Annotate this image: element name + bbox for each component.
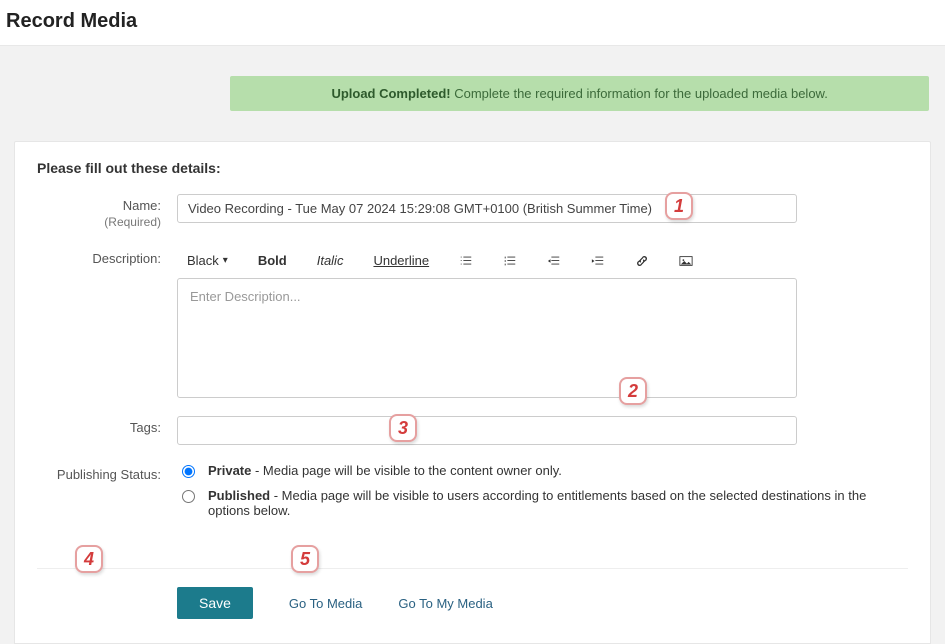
banner-strong: Upload Completed! bbox=[331, 86, 450, 101]
label-description: Description: bbox=[37, 247, 177, 266]
row-name: Name: (Required) 1 bbox=[37, 194, 908, 229]
page-body: Upload Completed! Complete the required … bbox=[0, 46, 945, 644]
save-button[interactable]: Save bbox=[177, 587, 253, 619]
rte-color-picker[interactable]: Black ▾ bbox=[187, 253, 228, 268]
page-header: Record Media bbox=[0, 0, 945, 46]
field-name bbox=[177, 194, 908, 223]
label-publishing: Publishing Status: bbox=[37, 463, 177, 482]
label-name-sub: (Required) bbox=[37, 215, 161, 229]
page-title: Record Media bbox=[6, 10, 939, 33]
rte-toolbar: Black ▾ Bold Italic Underline bbox=[177, 247, 797, 278]
field-publishing: Private - Media page will be visible to … bbox=[177, 463, 908, 528]
row-tags: Tags: 3 bbox=[37, 416, 908, 445]
publishing-option-published: Published - Media page will be visible t… bbox=[177, 488, 908, 518]
radio-published-name: Published bbox=[208, 488, 270, 503]
rte-ordered-list-icon[interactable] bbox=[503, 254, 517, 268]
label-name-text: Name: bbox=[123, 198, 161, 213]
rte-color-label: Black bbox=[187, 253, 219, 268]
row-publishing: Publishing Status: Private - Media page … bbox=[37, 463, 908, 528]
radio-private-name: Private bbox=[208, 463, 251, 478]
radio-private[interactable] bbox=[182, 465, 195, 478]
radio-published[interactable] bbox=[182, 490, 195, 503]
rte-unordered-list-icon[interactable] bbox=[459, 254, 473, 268]
radio-published-desc: - Media page will be visible to users ac… bbox=[208, 488, 866, 518]
details-panel: Please fill out these details: Name: (Re… bbox=[14, 141, 931, 644]
rte-indent-icon[interactable] bbox=[591, 254, 605, 268]
panel-title: Please fill out these details: bbox=[37, 160, 908, 176]
row-description: Description: Black ▾ Bold Italic Underli… bbox=[37, 247, 908, 398]
field-tags bbox=[177, 416, 908, 445]
upload-complete-banner: Upload Completed! Complete the required … bbox=[230, 76, 929, 111]
go-to-media-link[interactable]: Go To Media bbox=[289, 596, 362, 611]
publishing-option-private: Private - Media page will be visible to … bbox=[177, 463, 908, 478]
rte-outdent-icon[interactable] bbox=[547, 254, 561, 268]
rte-link-icon[interactable] bbox=[635, 254, 649, 268]
banner-text: Complete the required information for th… bbox=[451, 86, 828, 101]
description-editor[interactable]: Enter Description... bbox=[177, 278, 797, 398]
chevron-down-icon: ▾ bbox=[223, 255, 228, 266]
field-description: Black ▾ Bold Italic Underline bbox=[177, 247, 908, 398]
rte-image-icon[interactable] bbox=[679, 254, 693, 268]
radio-published-label: Published - Media page will be visible t… bbox=[208, 488, 908, 518]
radio-private-desc: - Media page will be visible to the cont… bbox=[251, 463, 561, 478]
tags-input[interactable] bbox=[177, 416, 797, 445]
go-to-my-media-link[interactable]: Go To My Media bbox=[398, 596, 492, 611]
rte-bold-button[interactable]: Bold bbox=[258, 253, 287, 268]
annotation-5: 5 bbox=[291, 545, 319, 573]
description-placeholder: Enter Description... bbox=[190, 289, 301, 304]
annotation-4: 4 bbox=[75, 545, 103, 573]
rte-italic-button[interactable]: Italic bbox=[317, 253, 344, 268]
radio-private-label: Private - Media page will be visible to … bbox=[208, 463, 562, 478]
rte-underline-button[interactable]: Underline bbox=[373, 253, 429, 268]
name-input[interactable] bbox=[177, 194, 797, 223]
panel-footer: Save Go To Media Go To My Media 4 5 bbox=[37, 568, 908, 619]
label-name: Name: (Required) bbox=[37, 194, 177, 229]
label-tags: Tags: bbox=[37, 416, 177, 435]
